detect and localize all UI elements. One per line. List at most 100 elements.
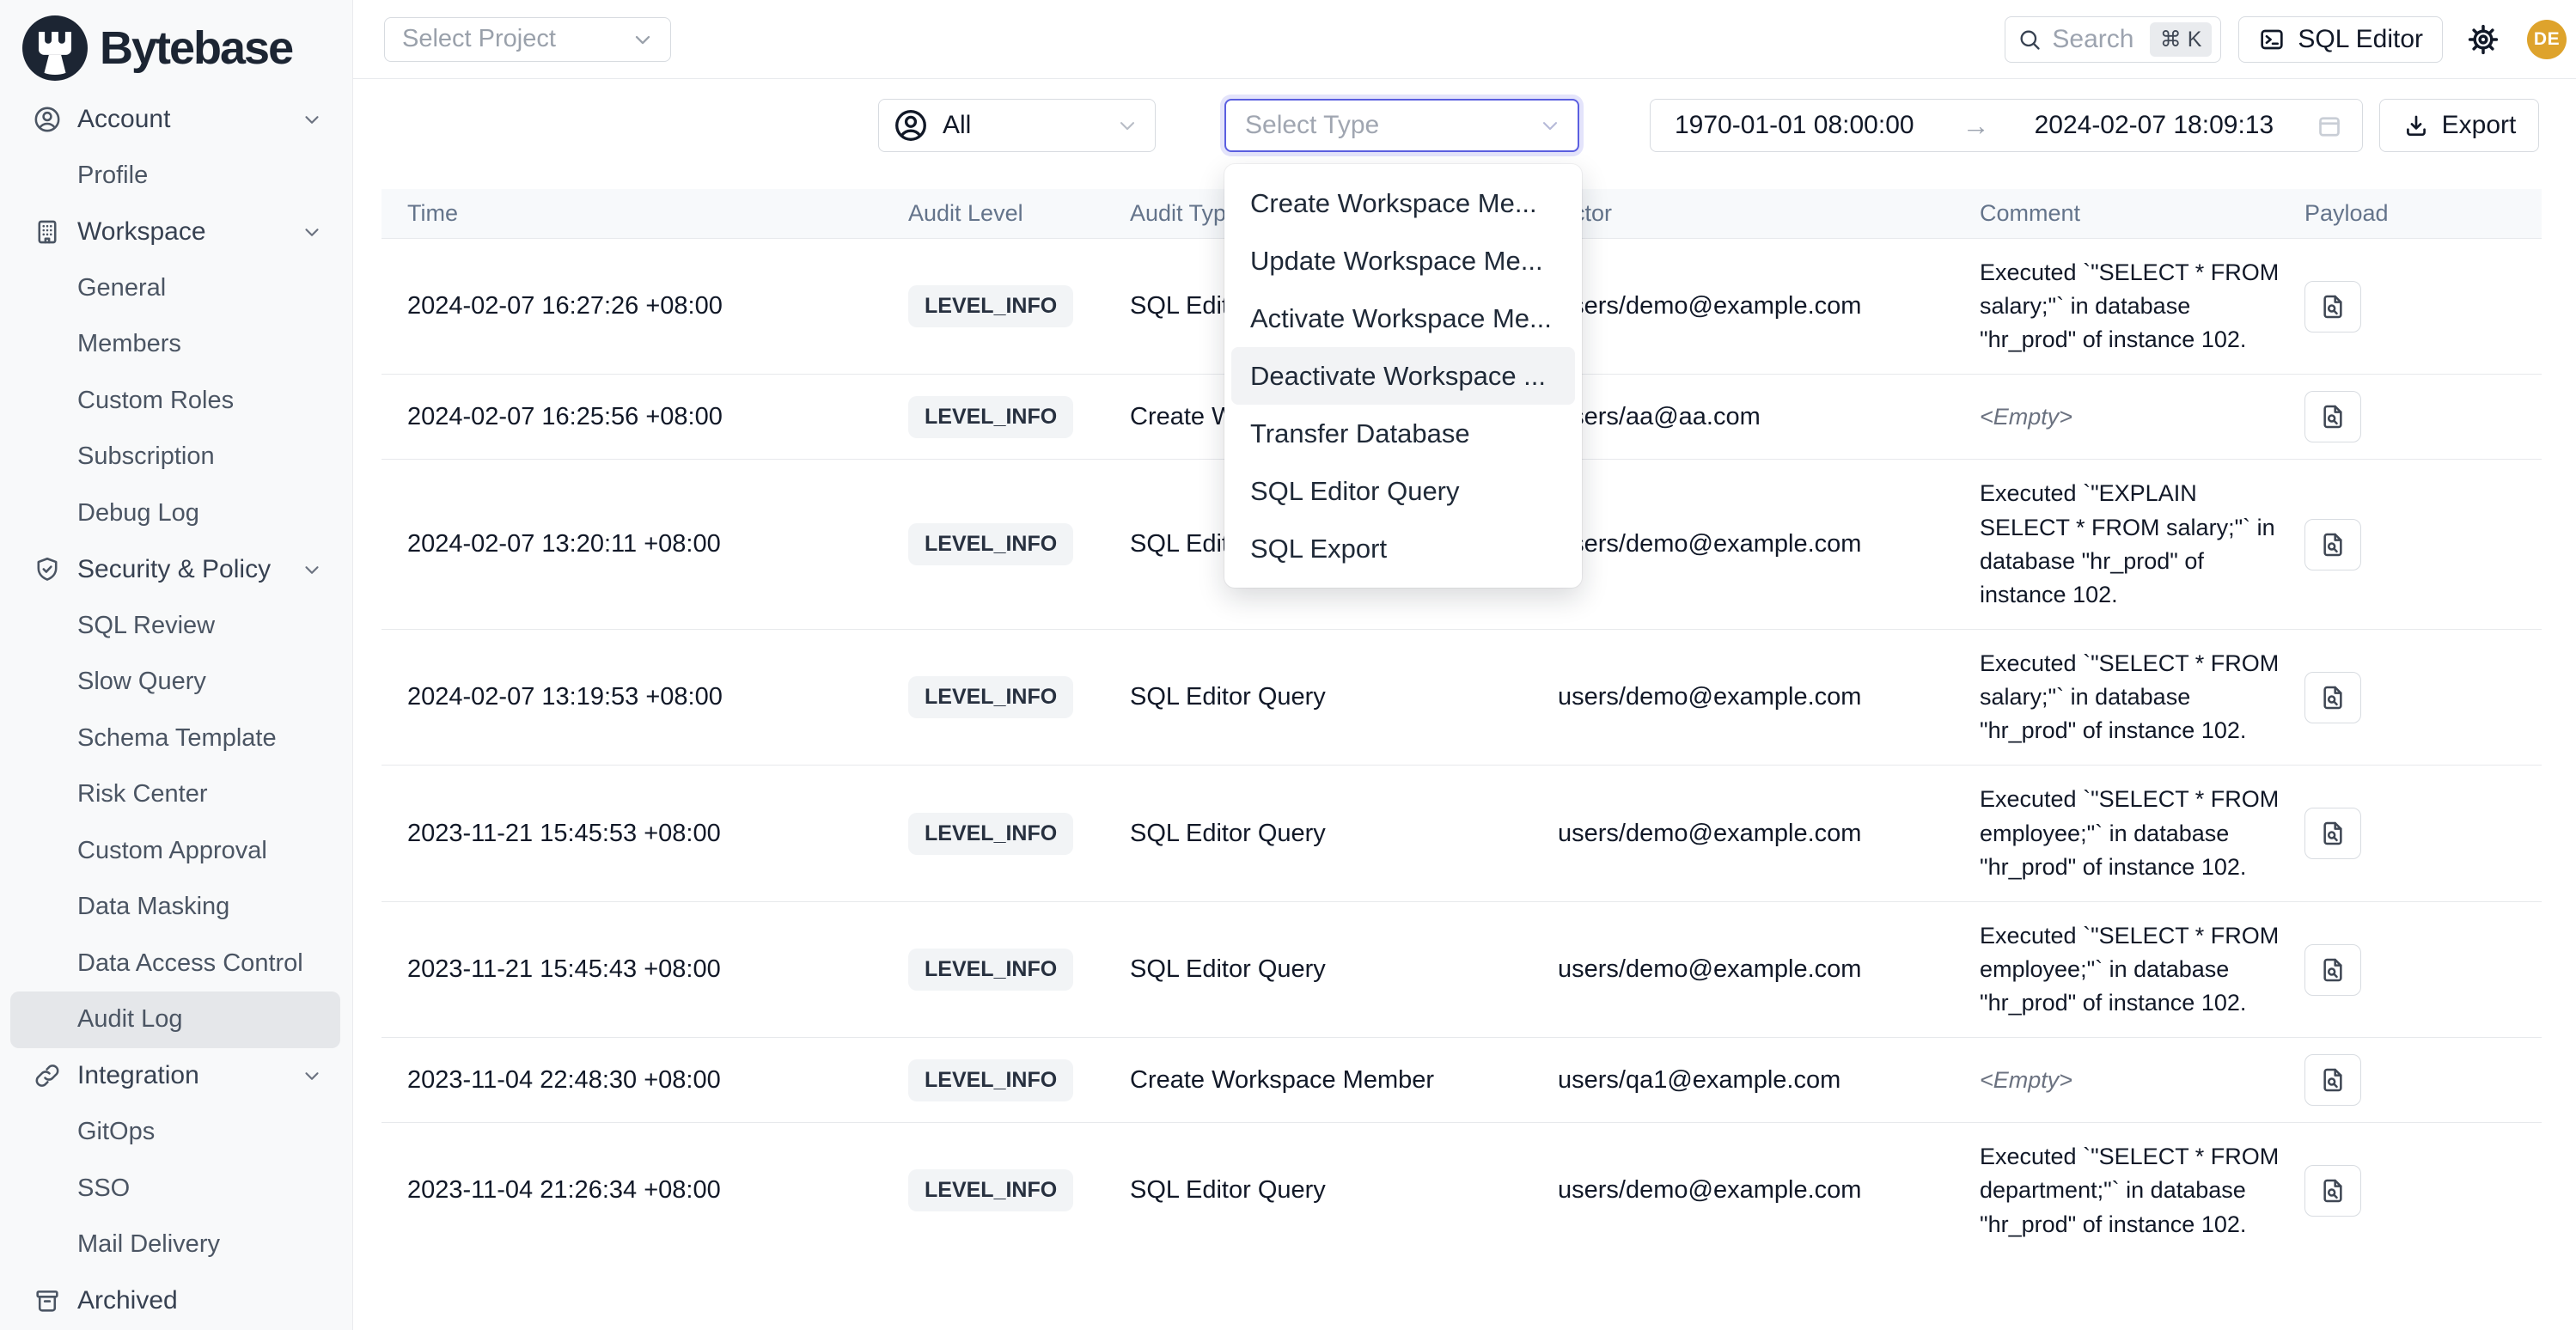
sidebar-nav: Account Profile Workspace General Member… [0,91,352,1329]
payload-view-button[interactable] [2304,1165,2361,1217]
cell-comment: Executed `"SELECT * FROM salary;"` in da… [1980,239,2304,374]
sidebar-group-archived[interactable]: Archived [0,1273,352,1330]
audit-level-badge: LEVEL_INFO [908,949,1073,991]
cell-time: 2024-02-07 16:27:26 +08:00 [382,292,908,320]
cell-actor: users/aa@aa.com [1558,403,1980,431]
payload-view-button[interactable] [2304,672,2361,723]
sidebar-item-sso[interactable]: SSO [0,1161,352,1217]
sidebar-item-gitops[interactable]: GitOps [0,1104,352,1161]
cell-actor: users/demo@example.com [1558,530,1980,558]
search-shortcut-kbd: ⌘ K [2150,22,2213,57]
date-end: 2024-02-07 18:09:13 [2035,111,2274,140]
cell-time: 2023-11-04 22:48:30 +08:00 [382,1066,908,1095]
payload-view-button[interactable] [2304,808,2361,859]
topbar-right: Search ⌘ K SQL Editor DE [2005,16,2567,63]
type-menu-item[interactable]: Update Workspace Me... [1224,232,1582,290]
terminal-icon [2258,26,2286,53]
cell-time: 2023-11-21 15:45:53 +08:00 [382,820,908,848]
bytebase-logo[interactable]: Bytebase [0,0,352,86]
project-select[interactable]: Select Project [384,17,671,62]
sidebar-item-general[interactable]: General [0,260,352,317]
chevron-down-icon [631,27,655,52]
bytebase-logo-icon [22,15,88,81]
audit-level-badge: LEVEL_INFO [908,813,1073,855]
type-menu-item[interactable]: SQL Editor Query [1224,462,1582,520]
chevron-down-icon [301,558,323,581]
type-menu-item[interactable]: Activate Workspace Me... [1224,290,1582,347]
actor-filter-select[interactable]: All [878,99,1156,152]
payload-view-button[interactable] [2304,1054,2361,1106]
cell-comment: Executed `"SELECT * FROM employee;"` in … [1980,902,2304,1037]
user-circle-icon [893,107,929,143]
col-header-comment: Comment [1980,200,2304,227]
type-menu-item[interactable]: Deactivate Workspace ... [1231,347,1575,405]
sidebar-item-debug-log[interactable]: Debug Log [0,485,352,542]
chevron-down-icon [301,1065,323,1087]
archive-icon [33,1286,62,1315]
cell-audit-type: SQL Editor Query [1130,1176,1558,1205]
chevron-down-icon [1538,113,1562,137]
sidebar-group-integration[interactable]: Integration [0,1048,352,1105]
payload-view-button[interactable] [2304,944,2361,996]
sidebar-group-workspace[interactable]: Workspace [0,204,352,260]
cell-time: 2023-11-21 15:45:43 +08:00 [382,955,908,984]
cell-comment: Executed `"EXPLAIN SELECT * FROM salary;… [1980,460,2304,629]
sidebar-item-profile[interactable]: Profile [0,148,352,204]
arrow-right-icon: → [1963,110,1990,142]
sidebar-item-custom-roles[interactable]: Custom Roles [0,373,352,430]
cell-audit-type: SQL Editor Query [1130,683,1558,711]
sidebar-item-custom-approval[interactable]: Custom Approval [0,823,352,880]
building-icon [33,217,62,247]
cell-comment: Executed `"SELECT * FROM employee;"` in … [1980,766,2304,900]
col-header-audit-level: Audit Level [908,200,1130,227]
sidebar-item-members[interactable]: Members [0,316,352,373]
date-range-picker[interactable]: 1970-01-01 08:00:00 → 2024-02-07 18:09:1… [1650,99,2363,152]
sidebar-item-subscription[interactable]: Subscription [0,429,352,485]
sidebar-group-account[interactable]: Account [0,91,352,148]
audit-level-badge: LEVEL_INFO [908,1059,1073,1101]
cell-time: 2024-02-07 16:25:56 +08:00 [382,403,908,431]
cell-actor: users/demo@example.com [1558,683,1980,711]
audit-level-badge: LEVEL_INFO [908,285,1073,327]
col-header-actor: Actor [1558,200,1980,227]
user-circle-icon [33,105,62,134]
sidebar-item-slow-query[interactable]: Slow Query [0,654,352,711]
payload-view-button[interactable] [2304,519,2361,570]
shield-check-icon [33,555,62,584]
type-menu-item[interactable]: SQL Export [1224,520,1582,577]
col-header-payload: Payload [2304,200,2542,227]
type-menu-item[interactable]: Create Workspace Me... [1224,174,1582,232]
cell-audit-type: Create Workspace Member [1130,1066,1558,1095]
table-row: 2023-11-04 22:48:30 +08:00 LEVEL_INFO Cr… [382,1037,2542,1122]
table-row: 2023-11-21 15:45:43 +08:00 LEVEL_INFO SQ… [382,901,2542,1037]
filter-bar: All Select Type 1970-01-01 08:00:00 → 20… [353,99,2576,152]
cell-audit-type: SQL Editor Query [1130,955,1558,984]
chevron-down-icon [301,108,323,131]
sidebar-item-audit-log[interactable]: Audit Log [10,991,340,1048]
sidebar-item-risk-center[interactable]: Risk Center [0,766,352,823]
sidebar-item-data-masking[interactable]: Data Masking [0,879,352,936]
chevron-down-icon [301,221,323,243]
cell-audit-type: SQL Editor Query [1130,820,1558,848]
audit-type-select[interactable]: Select Type [1224,99,1579,152]
audit-level-badge: LEVEL_INFO [908,676,1073,718]
table-row: 2023-11-04 21:26:34 +08:00 LEVEL_INFO SQ… [382,1122,2542,1258]
cell-actor: users/demo@example.com [1558,1176,1980,1205]
date-start: 1970-01-01 08:00:00 [1675,111,1914,140]
chevron-down-icon [1115,113,1139,137]
export-button[interactable]: Export [2379,99,2539,152]
settings-gear-icon[interactable] [2465,21,2501,58]
sql-editor-button[interactable]: SQL Editor [2238,16,2443,63]
search-input[interactable]: Search ⌘ K [2005,16,2221,63]
sidebar-group-security-policy[interactable]: Security & Policy [0,541,352,598]
sidebar-item-schema-template[interactable]: Schema Template [0,711,352,767]
sidebar-item-mail-delivery[interactable]: Mail Delivery [0,1217,352,1273]
sidebar-item-sql-review[interactable]: SQL Review [0,598,352,655]
payload-view-button[interactable] [2304,391,2361,442]
cell-comment: <Empty> [1980,383,2304,451]
sidebar-item-data-access-control[interactable]: Data Access Control [0,936,352,992]
payload-view-button[interactable] [2304,281,2361,332]
cell-time: 2024-02-07 13:19:53 +08:00 [382,683,908,711]
user-avatar[interactable]: DE [2527,20,2567,59]
type-menu-item[interactable]: Transfer Database [1224,405,1582,462]
